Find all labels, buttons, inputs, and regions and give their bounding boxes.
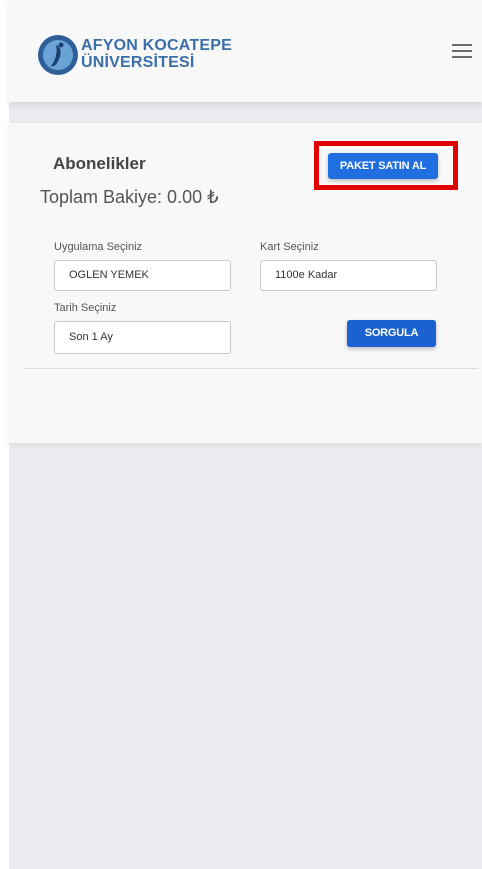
subscriptions-card: Abonelikler Toplam Bakiye: 0.00 ₺ PAKET …: [9, 123, 482, 443]
card-select[interactable]: 1100e Kadar: [260, 260, 437, 291]
query-button[interactable]: SORGULA: [347, 320, 436, 347]
application-label: Uygulama Seçiniz: [54, 241, 143, 253]
buy-package-button[interactable]: PAKET SATIN AL: [328, 153, 438, 179]
date-select[interactable]: Son 1 Ay: [54, 321, 231, 354]
page-title: Abonelikler: [53, 154, 146, 173]
app-viewport: AFYON KOCATEPE ÜNİVERSİTESİ Abonelikler …: [9, 0, 482, 869]
date-label: Tarih Seçiniz: [54, 302, 117, 314]
brand-name[interactable]: AFYON KOCATEPE ÜNİVERSİTESİ: [81, 37, 232, 71]
card-label: Kart Seçiniz: [260, 241, 319, 253]
university-logo-icon[interactable]: [36, 33, 80, 77]
top-header: AFYON KOCATEPE ÜNİVERSİTESİ: [9, 0, 482, 102]
total-balance: Toplam Bakiye: 0.00 ₺: [40, 187, 219, 207]
brand-line-1: AFYON KOCATEPE: [81, 37, 232, 54]
brand-line-2: ÜNİVERSİTESİ: [81, 54, 195, 71]
application-select[interactable]: OGLEN YEMEK: [54, 260, 231, 291]
divider: [24, 368, 478, 369]
hamburger-menu-icon[interactable]: [452, 44, 472, 60]
